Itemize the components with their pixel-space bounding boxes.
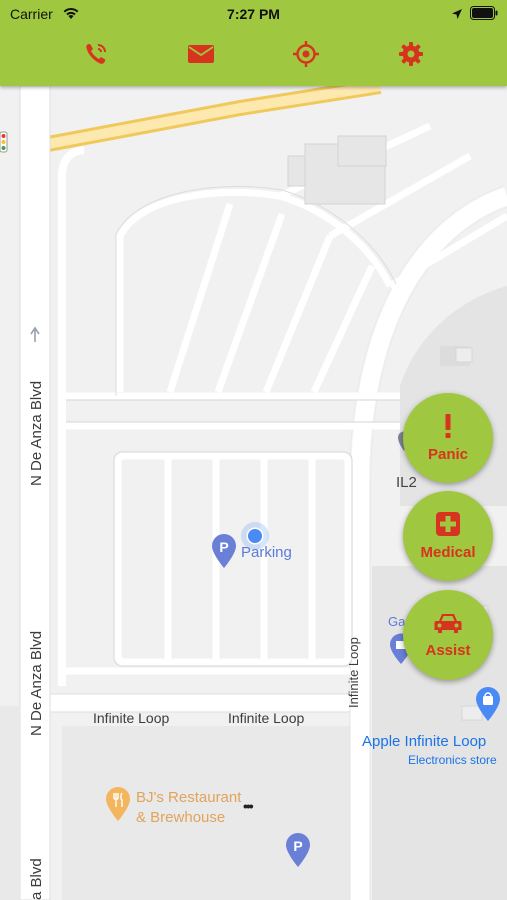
top-bar: Carrier 7:27 PM: [0, 0, 507, 86]
svg-text:P: P: [293, 838, 302, 854]
svg-text:P: P: [219, 539, 228, 555]
street-label: N De Anza Blvd: [28, 630, 45, 736]
assist-button[interactable]: Assist: [403, 590, 493, 680]
street-label: Infinite Loop: [346, 637, 361, 708]
settings-button[interactable]: [395, 40, 427, 72]
street-label: Infinite Loop: [228, 710, 305, 726]
phone-icon: [83, 41, 109, 72]
medical-cross-icon: [435, 511, 461, 542]
panic-button[interactable]: Panic: [403, 393, 493, 483]
street-label: a Blvd: [28, 858, 45, 900]
street-label: N De Anza Blvd: [28, 380, 45, 486]
gear-icon: [398, 41, 424, 72]
poi-label: & Brewhouse: [136, 809, 226, 826]
locate-button[interactable]: [290, 40, 322, 72]
location-arrow-icon: [451, 7, 463, 25]
status-bar: Carrier 7:27 PM: [0, 0, 507, 28]
poi-label: Apple Infinite Loop: [362, 733, 487, 750]
poi-label: IL2: [396, 474, 417, 491]
toolbar: [0, 36, 507, 76]
panic-label: Panic: [427, 446, 469, 463]
medical-label: Medical: [420, 544, 476, 561]
message-button[interactable]: [185, 40, 217, 72]
street-label: Infinite Loop: [93, 710, 170, 726]
mail-icon: [187, 43, 215, 70]
call-button[interactable]: [80, 40, 112, 72]
medical-button[interactable]: Medical: [403, 491, 493, 581]
car-icon: [433, 611, 463, 640]
assist-label: Assist: [425, 642, 471, 659]
poi-label: BJ's Restaurant: [136, 789, 242, 806]
status-time: 7:27 PM: [227, 6, 280, 22]
exclamation-icon: [443, 413, 453, 444]
poi-sublabel: Electronics store: [408, 753, 497, 767]
more-dots-icon[interactable]: •••: [243, 798, 254, 814]
crosshair-icon: [292, 40, 320, 73]
battery-icon: [470, 6, 498, 25]
